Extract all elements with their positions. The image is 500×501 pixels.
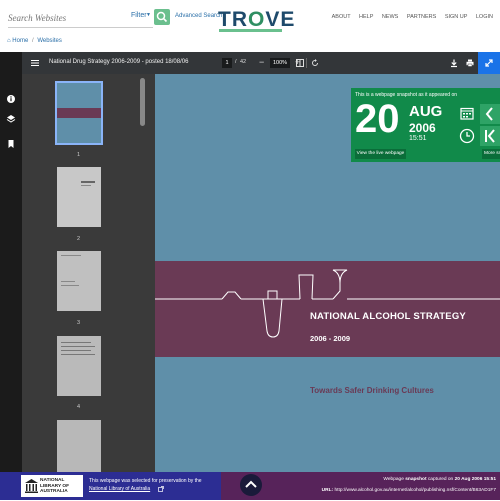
breadcrumb-websites[interactable]: Websites <box>37 38 62 44</box>
thumbnail-panel: 1 2 3 4 <box>22 74 155 472</box>
calendar-icon[interactable] <box>460 106 474 120</box>
thumbnail-band <box>57 108 101 118</box>
nav-news[interactable]: NEWS <box>382 14 399 20</box>
snapshot-year: 2006 <box>409 121 436 135</box>
document-subtitle: Towards Safer Drinking Cultures <box>310 386 434 395</box>
url-label: URL: <box>321 488 334 493</box>
expand-icon <box>485 59 493 67</box>
thumbnail-text-line <box>61 346 95 347</box>
fit-page-icon[interactable] <box>295 58 305 68</box>
bookmark-icon[interactable] <box>6 139 16 149</box>
thumbnail-text-line <box>61 342 91 343</box>
fullscreen-button[interactable] <box>478 52 500 74</box>
download-icon[interactable] <box>449 58 459 68</box>
first-snapshot-button[interactable] <box>480 126 500 146</box>
nla-link[interactable]: National Library of Australia <box>89 486 150 492</box>
zoom-out-button[interactable]: − <box>259 57 264 67</box>
chevron-up-icon <box>245 480 257 488</box>
previous-snapshot-button[interactable] <box>480 104 500 124</box>
nav-about[interactable]: ABOUT <box>332 14 351 20</box>
capture-middle: captured on <box>427 477 454 482</box>
thumbnail-text-line <box>81 181 95 183</box>
thumbnail-text-line <box>61 281 75 282</box>
toolbar-divider <box>306 58 307 68</box>
document-years: 2006 - 2009 <box>310 334 351 343</box>
menu-icon[interactable] <box>30 58 40 68</box>
thumbnail-number: 3 <box>77 320 81 326</box>
top-nav: ABOUT HELP NEWS PARTNERS SIGN UP LOGIN <box>325 14 493 20</box>
layers-icon[interactable] <box>6 114 16 124</box>
left-rail <box>0 52 22 472</box>
thumbnail-number: 2 <box>77 236 81 242</box>
thumbnail-text-line <box>61 350 91 351</box>
breadcrumb-home[interactable]: Home <box>12 38 28 44</box>
library-building-icon <box>25 479 38 493</box>
filter-dropdown[interactable]: Filter <box>131 12 147 19</box>
thumbnail-text-line <box>61 354 95 355</box>
capture-prefix: Webpage <box>383 477 404 482</box>
back-to-top-button[interactable] <box>240 474 262 496</box>
nav-sign-up[interactable]: SIGN UP <box>445 14 468 20</box>
chevron-left-icon <box>485 107 493 121</box>
page-total: 42 <box>240 59 247 65</box>
page-thumbnail-4[interactable] <box>57 336 101 396</box>
capture-url-row: URL: http://www.alcohol.gov.au/internet/… <box>322 488 496 493</box>
page-thumbnail-3[interactable] <box>57 251 101 311</box>
logo-underline <box>219 29 282 32</box>
rotate-icon[interactable] <box>310 58 320 68</box>
nav-help[interactable]: HELP <box>359 14 373 20</box>
advanced-search-link[interactable]: Advanced Search <box>175 13 222 19</box>
breadcrumb-separator: / <box>31 38 34 44</box>
search-underline <box>8 27 153 28</box>
page-thumbnail-5[interactable] <box>57 420 101 472</box>
pdf-title: National Drug Strategy 2006-2009 - poste… <box>49 59 189 65</box>
thumbnail-text-line <box>61 285 79 286</box>
home-icon: ⌂ <box>7 38 11 44</box>
clock-icon[interactable] <box>459 128 475 144</box>
capture-date: 20 Aug 2006 15:51 <box>454 477 496 482</box>
search-icon <box>156 11 168 23</box>
thumbnail-number: 1 <box>77 152 81 158</box>
view-live-webpage-button[interactable]: View the live webpage <box>355 149 406 159</box>
site-header: Filter ▼ Advanced Search TROVE ABOUT HEL… <box>0 0 500 36</box>
more-snapshots-button[interactable]: More sn <box>482 149 500 159</box>
nav-login[interactable]: LOGIN <box>476 14 493 20</box>
logo-text-o: O <box>248 8 266 31</box>
zoom-level-input[interactable]: 100% <box>270 58 290 68</box>
snapshot-month: AUG <box>409 103 443 120</box>
breadcrumb: ⌂ Home / Websites <box>7 38 62 44</box>
print-icon[interactable] <box>465 58 475 68</box>
preservation-note: This webpage was selected for preservati… <box>89 478 202 484</box>
thumbnail-number: 4 <box>77 404 81 410</box>
capture-info: Webpage snapshot captured on 20 Aug 2006… <box>383 477 496 482</box>
search-button[interactable] <box>154 9 170 25</box>
page-number-input[interactable]: 1 <box>222 58 232 68</box>
capture-snapshot-word: snapshot <box>405 477 427 482</box>
logo-text-prefix: TR <box>218 8 248 31</box>
snapshot-day: 20 <box>355 97 400 141</box>
capture-url[interactable]: http://www.alcohol.gov.au/internet/alcoh… <box>334 488 496 493</box>
nla-logo-text: NATIONAL LIBRARY OF AUSTRALIA <box>40 478 70 494</box>
pdf-toolbar: National Drug Strategy 2006-2009 - poste… <box>22 52 500 74</box>
thumbnail-text-line <box>61 255 81 256</box>
document-title: NATIONAL ALCOHOL STRATEGY <box>310 311 466 322</box>
external-link-icon <box>158 486 164 492</box>
search-input[interactable] <box>8 9 128 27</box>
page-thumbnail-1[interactable] <box>55 81 103 145</box>
page-thumbnail-2[interactable] <box>57 167 101 227</box>
info-icon[interactable] <box>6 94 16 104</box>
first-page-icon <box>485 129 495 143</box>
page-separator: / <box>235 59 237 65</box>
thumbnail-text-line <box>81 185 91 186</box>
thumbnail-scrollbar[interactable] <box>140 78 145 126</box>
chevron-down-icon: ▼ <box>146 12 151 18</box>
snapshot-time: 15:51 <box>409 135 427 142</box>
nav-partners[interactable]: PARTNERS <box>407 14 436 20</box>
logo-text-suffix: VE <box>265 8 296 31</box>
